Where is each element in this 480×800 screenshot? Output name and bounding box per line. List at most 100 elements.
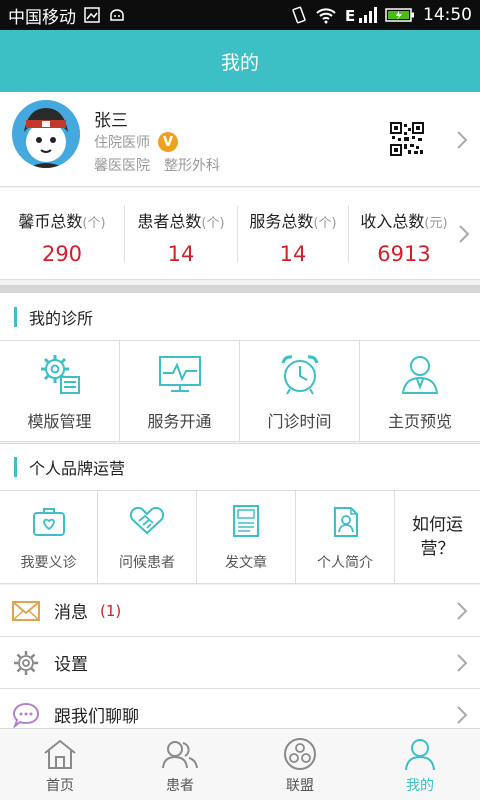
- page-title: 我的: [220, 51, 259, 74]
- chevron-right-icon: [459, 225, 470, 243]
- stat-label: 服务总数: [249, 212, 314, 231]
- carrier-label: 中国移动: [8, 7, 76, 28]
- greet-patients-button[interactable]: 问候患者: [98, 491, 197, 583]
- brand-section-header: 个人品牌运营: [0, 443, 480, 491]
- chat-bubble-icon: [12, 701, 40, 729]
- stat-label: 收入总数: [360, 212, 425, 231]
- publish-article-button[interactable]: 发文章: [197, 491, 296, 583]
- how-to-label: 如何运 营？: [406, 513, 469, 561]
- verified-badge-icon: V: [158, 132, 178, 152]
- nav-home[interactable]: 首页: [0, 729, 120, 800]
- how-to-line: 如何运: [412, 515, 463, 535]
- stat-value: 14: [167, 242, 195, 266]
- clinic-section-header: 我的诊所: [0, 293, 480, 341]
- stat-income[interactable]: 收入总数(元) 6913: [349, 188, 459, 280]
- nav-patients[interactable]: 患者: [120, 729, 240, 800]
- how-to-operate-button[interactable]: 如何运 营？: [395, 491, 480, 583]
- stat-label: 患者总数: [137, 212, 202, 231]
- nav-alliance[interactable]: 联盟: [240, 729, 360, 800]
- grid-label: 门诊时间: [267, 412, 332, 431]
- chevron-right-icon: [457, 602, 468, 620]
- nav-label: 联盟: [286, 778, 314, 794]
- avatar[interactable]: [12, 100, 80, 168]
- clinic-grid: 模版管理 服务开通 门诊时间 主页预览: [0, 341, 480, 442]
- handshake-icon: [128, 502, 166, 540]
- grid-label: 模版管理: [27, 412, 92, 431]
- clinic-hours-button[interactable]: 门诊时间: [240, 341, 360, 441]
- doctor-title: 住院医师: [94, 135, 150, 151]
- title-bar: 我的: [0, 30, 480, 92]
- patients-icon: [161, 737, 199, 771]
- svg-text:E: E: [345, 7, 355, 24]
- article-icon: [227, 502, 265, 540]
- row-label: 设置: [54, 655, 88, 675]
- stat-unit: (元): [424, 216, 448, 231]
- status-bar: 中国移动 E 14:50: [0, 0, 480, 30]
- stat-unit: (个): [201, 216, 225, 231]
- me-icon: [401, 737, 439, 771]
- stat-services[interactable]: 服务总数(个) 14: [238, 188, 348, 280]
- nav-label: 我的: [406, 778, 434, 794]
- hospital-name: 馨医医院: [94, 158, 150, 174]
- person-icon: [396, 350, 444, 398]
- accent-bar: [14, 457, 17, 477]
- stat-patients[interactable]: 患者总数(个) 14: [125, 188, 237, 280]
- alliance-icon: [281, 737, 319, 771]
- service-open-button[interactable]: 服务开通: [120, 341, 240, 441]
- battery-charging-icon: [385, 7, 415, 23]
- clock-time: 14:50: [423, 5, 472, 25]
- nav-label: 患者: [166, 778, 194, 794]
- nav-label: 首页: [46, 778, 74, 794]
- section-separator: [0, 285, 480, 293]
- stat-unit: (个): [313, 216, 337, 231]
- free-clinic-button[interactable]: 我要义诊: [0, 491, 98, 583]
- grid-label: 主页预览: [387, 412, 452, 431]
- signal-icon: E: [345, 6, 377, 24]
- medical-bag-icon: [30, 502, 68, 540]
- wifi-icon: [315, 6, 337, 24]
- accent-bar: [14, 306, 17, 327]
- hospital-row: 馨医医院 整形外科: [94, 155, 220, 175]
- gear-icon: [12, 649, 40, 677]
- grid-label: 发文章: [225, 555, 267, 571]
- department-name: 整形外科: [164, 158, 220, 174]
- gear-template-icon: [36, 350, 84, 398]
- grid-label: 问候患者: [119, 555, 175, 571]
- alarm-clock-icon: [276, 350, 324, 398]
- template-manage-button[interactable]: 模版管理: [0, 341, 120, 441]
- row-label: 跟我们聊聊: [54, 707, 139, 727]
- home-icon: [41, 737, 79, 771]
- android-icon: [108, 7, 126, 23]
- stat-value: 14: [279, 242, 307, 266]
- grid-label: 服务开通: [147, 412, 212, 431]
- stats-panel[interactable]: 馨币总数(个) 290 患者总数(个) 14 服务总数(个) 14 收入总数(元…: [0, 188, 480, 280]
- settings-row[interactable]: 设置: [0, 637, 480, 689]
- qr-code-icon[interactable]: [390, 122, 424, 156]
- homepage-preview-button[interactable]: 主页预览: [360, 341, 480, 441]
- profile-card[interactable]: 张三 住院医师 V 馨医医院 整形外科: [0, 92, 480, 187]
- section-title: 个人品牌运营: [29, 459, 126, 478]
- section-title: 我的诊所: [29, 308, 94, 328]
- monitor-pulse-icon: [156, 350, 204, 398]
- grid-label: 我要义诊: [20, 555, 77, 571]
- chevron-right-icon: [457, 654, 468, 672]
- unread-badge: (1): [100, 601, 122, 620]
- nav-me[interactable]: 我的: [360, 729, 480, 800]
- profile-card-icon: [326, 502, 364, 540]
- vibrate-icon: [291, 6, 307, 24]
- personal-intro-button[interactable]: 个人简介: [296, 491, 395, 583]
- brand-grid: 我要义诊 问候患者 发文章 个人简介 如何运 营？: [0, 491, 480, 584]
- stat-value: 290: [41, 242, 83, 266]
- grid-label: 个人简介: [317, 555, 373, 571]
- bottom-nav: 首页 患者 联盟 我的: [0, 728, 480, 800]
- envelope-icon: [12, 597, 40, 625]
- chevron-right-icon: [457, 131, 468, 149]
- stat-unit: (个): [82, 216, 106, 231]
- messages-row[interactable]: 消息 (1): [0, 585, 480, 637]
- how-to-line: 营？: [420, 539, 455, 559]
- doctor-title-row: 住院医师 V: [94, 132, 178, 152]
- stat-label: 馨币总数: [18, 212, 83, 231]
- stat-coins[interactable]: 馨币总数(个) 290: [0, 188, 124, 280]
- stat-value: 6913: [377, 242, 431, 266]
- doctor-name: 张三: [94, 111, 128, 131]
